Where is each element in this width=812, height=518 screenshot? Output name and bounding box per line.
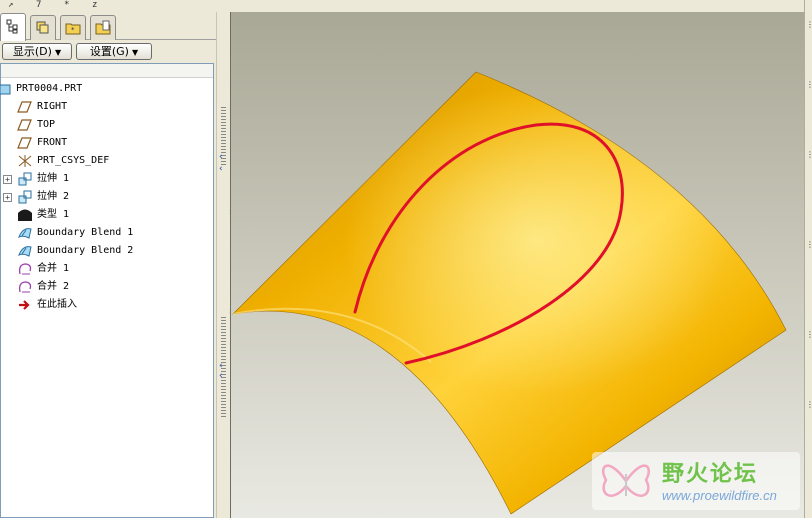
settings-dropdown-label: 设置(G) (89, 45, 129, 58)
collapse-left-icon[interactable]: ‹ (219, 164, 223, 174)
insert-here-icon (17, 298, 33, 312)
tree-item-part[interactable]: PRT0004.PRT (0, 80, 213, 98)
toolbar-glyph[interactable]: ⋮ (806, 150, 812, 159)
tree-item-label: PRT_CSYS_DEF (37, 155, 110, 166)
model-tree-header (1, 64, 213, 78)
tree-item-right[interactable]: RIGHT (1, 98, 213, 116)
tree-item-label: PRT0004.PRT (16, 83, 83, 94)
tree-item-insert-here[interactable]: 在此插入 (1, 296, 213, 314)
extrude-icon (17, 172, 33, 186)
model-view[interactable] (231, 12, 804, 518)
tree-item-label: 合并 2 (37, 281, 70, 292)
tree-item-csys[interactable]: PRT_CSYS_DEF (1, 152, 213, 170)
tree-item-label: Boundary Blend 1 (37, 227, 134, 238)
datum-plane-icon (17, 100, 33, 114)
extrude-icon (17, 190, 33, 204)
tree-item-extrude-2[interactable]: + 拉伸 2 (1, 188, 213, 206)
tree-item-label: 拉伸 1 (37, 173, 70, 184)
part-icon (0, 82, 13, 96)
collapse-left-icon[interactable]: ‹ (219, 152, 223, 162)
tree-item-label: TOP (37, 119, 56, 130)
boundary-blend-icon (17, 226, 33, 240)
tab-favorites[interactable] (90, 15, 116, 40)
toolbar-mini-3[interactable]: * (64, 0, 69, 10)
top-toolbar-strip: ↗ 7 * z (0, 0, 230, 12)
navigator-menu-row: 显示(D) ▼ 设置(G) ▼ (0, 43, 216, 61)
tree-item-style-1[interactable]: 类型 1 (1, 206, 213, 224)
chevron-down-icon: ▼ (131, 48, 139, 57)
tree-item-merge-2[interactable]: 合并 2 (1, 278, 213, 296)
datum-plane-icon (17, 136, 33, 150)
surface-model[interactable] (232, 71, 787, 515)
chevron-down-icon: ▼ (54, 48, 62, 57)
navigator-tabbar: * (0, 12, 216, 41)
merge-icon (17, 262, 33, 276)
tree-item-merge-1[interactable]: 合并 1 (1, 260, 213, 278)
tree-item-label: Boundary Blend 2 (37, 245, 134, 256)
toolbar-mini-2[interactable]: 7 (36, 0, 41, 10)
graphics-window[interactable]: 野火论坛 www.proewildfire.cn (230, 12, 804, 518)
right-toolbar-strip: ⋮ ⋮ ⋮ ⋮ ⋮ ⋮ (804, 0, 812, 518)
toolbar-glyph[interactable]: ⋮ (806, 80, 812, 89)
tree-item-label: 类型 1 (37, 209, 70, 220)
tree-item-boundary-blend-2[interactable]: Boundary Blend 2 (1, 242, 213, 260)
toolbar-glyph[interactable]: ⋮ (806, 400, 812, 409)
tab-model-tree[interactable] (0, 13, 26, 41)
boundary-blend-icon (17, 244, 33, 258)
datum-plane-icon (17, 118, 33, 132)
model-tree: PRT0004.PRT RIGHT TOP FRONT PRT_CSYS_DEF (0, 63, 214, 518)
toolbar-glyph[interactable]: ⋮ (806, 20, 812, 29)
tree-item-boundary-blend-1[interactable]: Boundary Blend 1 (1, 224, 213, 242)
svg-text:*: * (71, 26, 75, 34)
merge-icon (17, 280, 33, 294)
expand-icon[interactable]: + (3, 175, 12, 184)
toolbar-glyph[interactable]: ⋮ (806, 240, 812, 249)
watermark-url: www.proewildfire.cn (662, 488, 777, 503)
tree-item-label: 拉伸 2 (37, 191, 70, 202)
tree-item-extrude-1[interactable]: + 拉伸 1 (1, 170, 213, 188)
settings-dropdown-button[interactable]: 设置(G) ▼ (76, 43, 152, 60)
tree-item-label: FRONT (37, 137, 68, 148)
tree-item-label: 在此插入 (37, 299, 77, 310)
tree-item-front[interactable]: FRONT (1, 134, 213, 152)
panel-splitter[interactable]: ‹ ‹ ‹ ‹ (216, 12, 230, 518)
forum-watermark: 野火论坛 www.proewildfire.cn (592, 452, 800, 510)
csys-icon (17, 154, 33, 168)
tree-item-top[interactable]: TOP (1, 116, 213, 134)
navigator-panel: * 显示(D) ▼ 设置(G) ▼ PRT0004.PRT RIGHT TOP … (0, 12, 216, 518)
style-icon (17, 208, 33, 222)
tab-layers[interactable] (30, 15, 56, 40)
tree-item-label: 合并 1 (37, 263, 70, 274)
expand-icon[interactable]: + (3, 193, 12, 202)
watermark-title: 野火论坛 (662, 462, 759, 487)
toolbar-mini-1[interactable]: ↗ (8, 0, 13, 10)
toolbar-glyph[interactable]: ⋮ (806, 330, 812, 339)
collapse-left-icon[interactable]: ‹ (219, 361, 223, 371)
collapse-left-icon[interactable]: ‹ (219, 371, 223, 381)
butterfly-logo (598, 456, 654, 509)
tab-folder-browser[interactable]: * (60, 15, 86, 40)
display-dropdown-label: 显示(D) (12, 45, 52, 58)
tree-item-label: RIGHT (37, 101, 68, 112)
toolbar-mini-4[interactable]: z (92, 0, 97, 10)
display-dropdown-button[interactable]: 显示(D) ▼ (2, 43, 72, 60)
